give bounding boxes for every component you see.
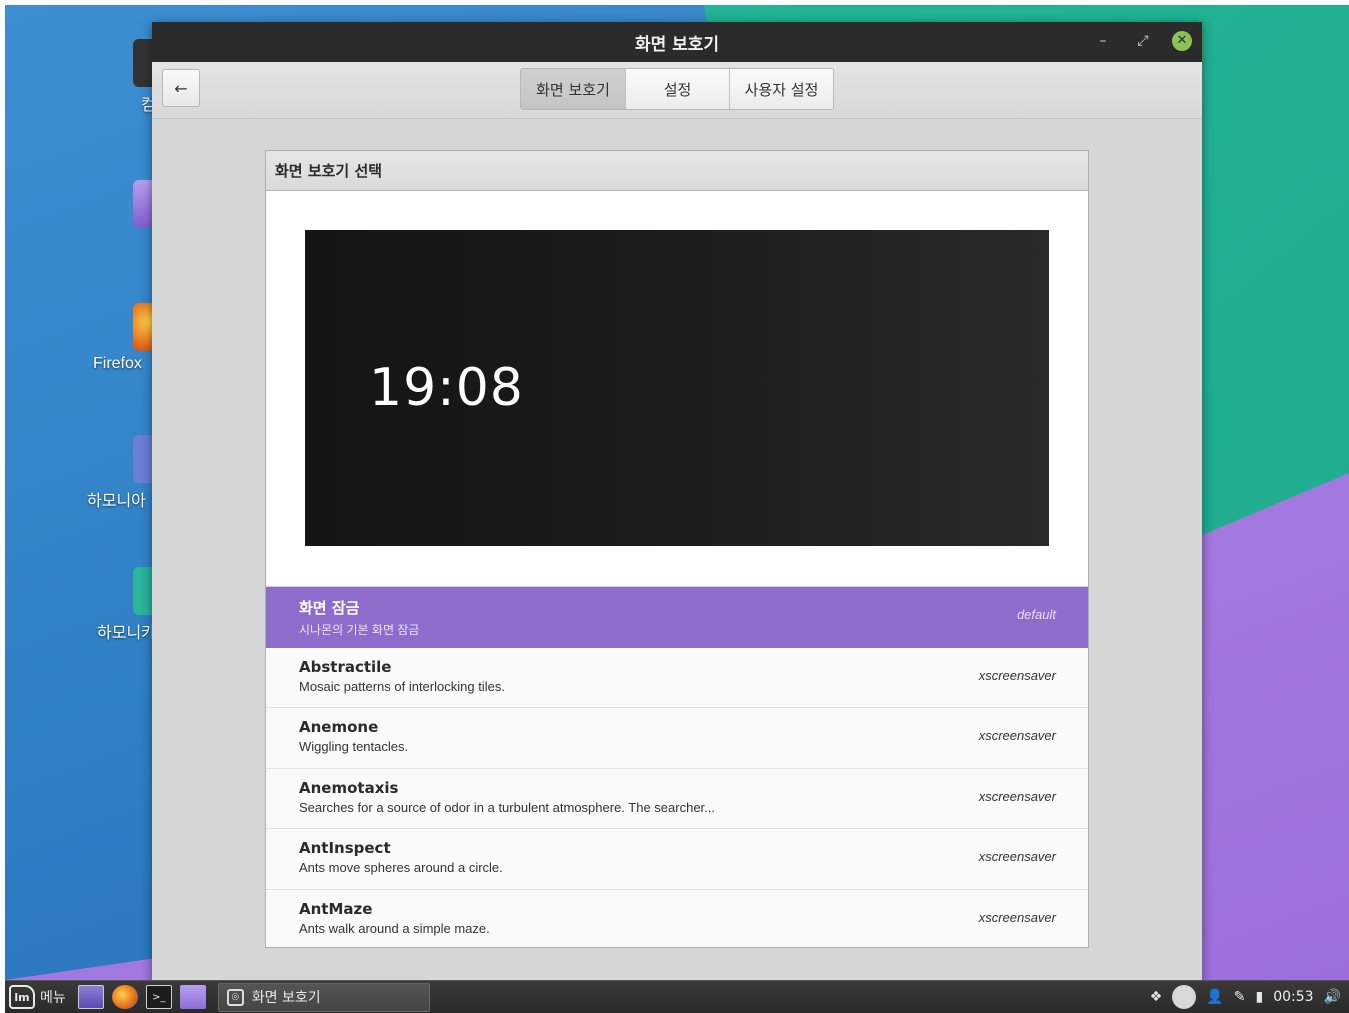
window-titlebar[interactable]: 화면 보호기 – ⤢ ✕ [152, 22, 1202, 62]
arrow-left-icon: ← [174, 78, 188, 98]
files-icon[interactable] [179, 985, 206, 1009]
item-name: Abstractile [299, 657, 392, 676]
item-description: Wiggling tentacles. [299, 739, 409, 754]
item-description: Ants walk around a simple maze. [299, 920, 490, 936]
desktop-icon-harmonia[interactable]: 하모니아 [87, 435, 173, 511]
tab-bar: 화면 보호기 설정 사용자 설정 [520, 68, 834, 110]
mint-logo-icon: lm [9, 985, 35, 1009]
firefox-launcher-icon[interactable] [111, 985, 138, 1009]
user-icon[interactable]: 👤 [1206, 989, 1223, 1005]
tab-settings[interactable]: 설정 [625, 69, 729, 109]
screensaver-window: 화면 보호기 – ⤢ ✕ ← 화면 보호기 설정 사용자 설정 화면 보호기 선… [152, 22, 1202, 982]
volume-icon[interactable]: 🔊 [1324, 989, 1341, 1005]
taskbar-window-screensaver[interactable]: ◎ 화면 보호기 [217, 982, 430, 1012]
item-name: AntMaze [299, 899, 373, 918]
menu-button[interactable]: lm 메뉴 [5, 981, 66, 1013]
tray-clock[interactable]: 00:53 [1273, 989, 1313, 1005]
item-description: Ants move spheres around a circle. [299, 860, 503, 875]
toolbar: ← 화면 보호기 설정 사용자 설정 [152, 62, 1202, 119]
battery-icon[interactable]: ▮ [1255, 989, 1263, 1005]
item-name: Anemotaxis [299, 778, 399, 797]
window-controls: – ⤢ ✕ [1092, 30, 1192, 52]
item-name: 화면 잠금 [299, 599, 360, 617]
restore-icon[interactable]: ⤢ [1132, 30, 1154, 52]
close-icon[interactable]: ✕ [1172, 31, 1192, 51]
item-kind: xscreensaver [978, 728, 1056, 743]
window-title: 화면 보호기 [634, 34, 720, 55]
content-area: 화면 보호기 선택 19:08 화면 잠금 시나몬의 기본 화면 잠금 defa… [152, 119, 1202, 982]
quick-launch: >_ [77, 985, 206, 1009]
item-kind: xscreensaver [978, 909, 1056, 925]
item-kind: xscreensaver [978, 788, 1056, 804]
pen-icon[interactable]: ✎ [1234, 989, 1246, 1005]
status-circle-icon[interactable] [1172, 985, 1197, 1009]
screensaver-select-panel: 화면 보호기 선택 19:08 화면 잠금 시나몬의 기본 화면 잠금 defa… [265, 150, 1089, 948]
item-description: 시나몬의 기본 화면 잠금 [299, 623, 420, 637]
taskbar: lm 메뉴 >_ ◎ 화면 보호기 ❖ 👤 ✎ ▮ 00:53 🔊 [5, 980, 1349, 1013]
taskbar-window-label: 화면 보호기 [251, 990, 321, 1006]
preview-area: 19:08 [266, 191, 1088, 587]
list-item[interactable]: 화면 잠금 시나몬의 기본 화면 잠금 default [266, 587, 1088, 648]
back-button[interactable]: ← [162, 69, 200, 107]
dropbox-icon[interactable]: ❖ [1150, 989, 1163, 1005]
list-item[interactable]: AntMaze Ants walk around a simple maze. … [266, 889, 1088, 947]
item-kind: default [1016, 607, 1056, 622]
preview-clock: 19:08 [369, 358, 524, 418]
item-kind: xscreensaver [978, 667, 1056, 683]
terminal-icon[interactable]: >_ [145, 985, 172, 1009]
screensaver-list: 화면 잠금 시나몬의 기본 화면 잠금 default Abstractile … [266, 587, 1088, 947]
list-item[interactable]: Anemone Wiggling tentacles. xscreensaver [266, 708, 1088, 769]
item-name: Anemone [299, 718, 379, 736]
item-name: AntInspect [299, 839, 391, 857]
menu-label: 메뉴 [40, 990, 66, 1006]
show-desktop-icon[interactable] [77, 985, 104, 1009]
list-item[interactable]: Anemotaxis Searches for a source of odor… [266, 768, 1088, 829]
list-item[interactable]: AntInspect Ants move spheres around a ci… [266, 829, 1088, 890]
tab-screensaver[interactable]: 화면 보호기 [521, 69, 625, 109]
screensaver-app-icon: ◎ [226, 988, 244, 1006]
item-description: Mosaic patterns of interlocking tiles. [299, 678, 505, 694]
tab-customize[interactable]: 사용자 설정 [729, 69, 833, 109]
minimize-icon[interactable]: – [1092, 30, 1114, 52]
panel-header: 화면 보호기 선택 [266, 151, 1088, 191]
item-kind: xscreensaver [978, 849, 1056, 864]
system-tray: ❖ 👤 ✎ ▮ 00:53 🔊 [1150, 985, 1349, 1009]
desktop-icon-label: 하모니아 [87, 493, 146, 510]
item-description: Searches for a source of odor in a turbu… [299, 799, 715, 815]
screensaver-preview: 19:08 [305, 230, 1049, 546]
list-item[interactable]: Abstractile Mosaic patterns of interlock… [266, 647, 1088, 708]
